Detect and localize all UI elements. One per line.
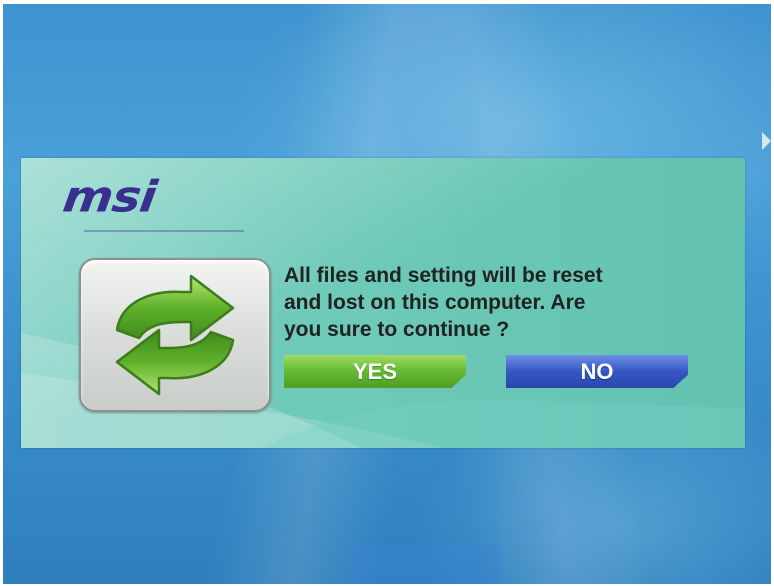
desktop-screen: msi All files and setting will be reset …: [3, 4, 771, 584]
yes-button[interactable]: YES: [284, 355, 466, 388]
dialog-message: All files and setting will be reset and …: [284, 264, 603, 341]
refresh-icon-tile: [79, 258, 271, 412]
no-button-label: NO: [580, 359, 614, 384]
msi-logo: msi: [59, 172, 160, 223]
background-window-glow: [351, 544, 501, 584]
reset-confirmation-dialog: msi All files and setting will be reset …: [21, 158, 745, 448]
refresh-arrows-icon: [115, 274, 235, 396]
no-button[interactable]: NO: [506, 355, 688, 388]
logo-underline: [84, 230, 244, 232]
edge-arrow-icon: [762, 132, 771, 150]
yes-button-label: YES: [352, 359, 398, 384]
